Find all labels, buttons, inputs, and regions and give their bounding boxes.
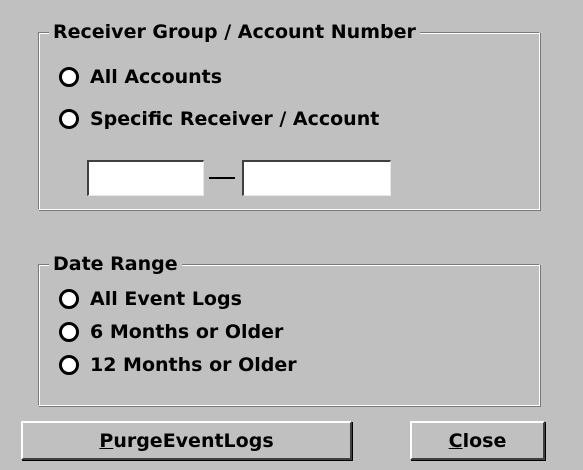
close-button[interactable]: Close	[410, 421, 545, 460]
date-range-group-box: Date Range All Event Logs 6 Months or Ol…	[38, 251, 540, 406]
radio-button-icon[interactable]	[59, 109, 79, 129]
receiver-group-legend: Receiver Group / Account Number	[49, 19, 420, 45]
receiver-account-separator	[209, 177, 235, 179]
receiver-input[interactable]	[87, 160, 204, 196]
close-button-label: lose	[462, 429, 507, 452]
radio-specific-receiver-account-label[interactable]: Specific Receiver / Account	[90, 106, 379, 132]
radio-12-months-or-older[interactable]: 12 Months or Older	[59, 352, 297, 378]
account-input[interactable]	[242, 160, 391, 196]
purge-button-label: urgeEventLogs	[113, 429, 274, 452]
radio-button-icon[interactable]	[59, 289, 79, 309]
purge-button-accelerator: P	[99, 429, 114, 452]
date-range-legend: Date Range	[49, 251, 182, 277]
radio-button-icon[interactable]	[59, 67, 79, 87]
radio-6-months-or-older[interactable]: 6 Months or Older	[59, 319, 283, 345]
radio-all-accounts-label[interactable]: All Accounts	[90, 64, 222, 90]
radio-all-accounts[interactable]: All Accounts	[59, 64, 222, 90]
radio-all-event-logs[interactable]: All Event Logs	[59, 286, 242, 312]
purge-event-logs-button[interactable]: PurgeEventLogs	[21, 421, 352, 460]
radio-button-icon[interactable]	[59, 355, 79, 375]
radio-all-event-logs-label[interactable]: All Event Logs	[90, 286, 242, 312]
close-button-accelerator: C	[448, 429, 463, 452]
radio-button-icon[interactable]	[59, 322, 79, 342]
radio-6-months-or-older-label[interactable]: 6 Months or Older	[90, 319, 283, 345]
radio-specific-receiver-account[interactable]: Specific Receiver / Account	[59, 106, 379, 132]
radio-12-months-or-older-label[interactable]: 12 Months or Older	[90, 352, 297, 378]
receiver-group-box: Receiver Group / Account Number All Acco…	[38, 19, 540, 210]
